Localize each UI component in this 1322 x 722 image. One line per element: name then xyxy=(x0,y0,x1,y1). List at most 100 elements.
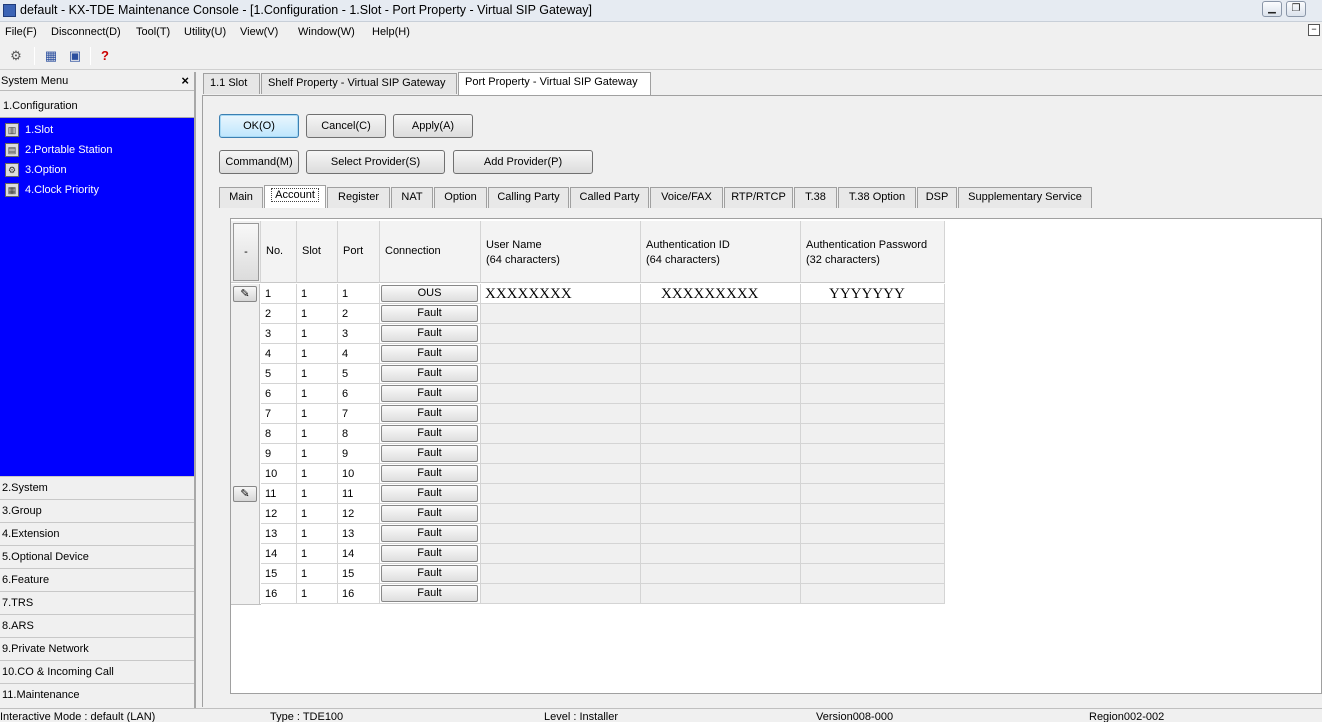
cell-auth-id[interactable] xyxy=(641,384,801,404)
tab-register[interactable]: Register xyxy=(327,187,390,208)
restore-button[interactable]: ❐ xyxy=(1286,1,1306,17)
row-edit-icon[interactable]: ✎ xyxy=(233,286,257,302)
connection-button[interactable]: Fault xyxy=(381,545,478,562)
tab-calling-party[interactable]: Calling Party xyxy=(488,187,569,208)
tab-account[interactable]: Account xyxy=(264,185,326,208)
tab-supplementary-service[interactable]: Supplementary Service xyxy=(958,187,1092,208)
cell-auth-id[interactable] xyxy=(641,524,801,544)
cell-auth-id[interactable] xyxy=(641,404,801,424)
cell-auth-pw[interactable] xyxy=(801,384,945,404)
doc-tab-port-property[interactable]: Port Property - Virtual SIP Gateway xyxy=(458,72,651,95)
connection-button[interactable]: Fault xyxy=(381,525,478,542)
sidebar-section-private-network[interactable]: 9.Private Network xyxy=(0,637,194,660)
cell-auth-id[interactable] xyxy=(641,464,801,484)
menu-utility[interactable]: Utility(U) xyxy=(184,26,226,38)
sidebar-section-co-incoming-call[interactable]: 10.CO & Incoming Call xyxy=(0,660,194,683)
cell-auth-pw[interactable] xyxy=(801,304,945,324)
menu-view[interactable]: View(V) xyxy=(240,26,278,38)
cell-user[interactable] xyxy=(481,444,641,464)
cell-auth-pw[interactable] xyxy=(801,584,945,604)
command-button[interactable]: Command(M) xyxy=(219,150,299,174)
cell-auth-pw[interactable] xyxy=(801,564,945,584)
menu-tool[interactable]: Tool(T) xyxy=(136,26,170,38)
cell-user[interactable] xyxy=(481,404,641,424)
cell-auth-id[interactable] xyxy=(641,344,801,364)
cell-auth-id[interactable] xyxy=(641,544,801,564)
cell-auth-id[interactable] xyxy=(641,364,801,384)
cell-user[interactable] xyxy=(481,504,641,524)
sidebar-section-system[interactable]: 2.System xyxy=(0,476,194,499)
upload-icon[interactable]: ▦ xyxy=(43,48,59,64)
connection-button[interactable]: Fault xyxy=(381,345,478,362)
cell-auth-id[interactable]: XXXXXXXXX xyxy=(641,284,801,304)
cell-auth-id[interactable] xyxy=(641,424,801,444)
add-provider-button[interactable]: Add Provider(P) xyxy=(453,150,593,174)
cell-auth-pw[interactable] xyxy=(801,444,945,464)
cell-user[interactable] xyxy=(481,384,641,404)
tab-dsp[interactable]: DSP xyxy=(917,187,957,208)
cell-user[interactable] xyxy=(481,364,641,384)
cell-auth-id[interactable] xyxy=(641,584,801,604)
connection-button[interactable]: Fault xyxy=(381,405,478,422)
connection-button[interactable]: Fault xyxy=(381,465,478,482)
connection-button[interactable]: OUS xyxy=(381,285,478,302)
cell-user[interactable] xyxy=(481,524,641,544)
cell-auth-pw[interactable] xyxy=(801,464,945,484)
help-icon[interactable]: ? xyxy=(97,48,113,64)
menu-file[interactable]: File(F) xyxy=(5,26,37,38)
sidebar-section-feature[interactable]: 6.Feature xyxy=(0,568,194,591)
tab-voice-fax[interactable]: Voice/FAX xyxy=(650,187,723,208)
sidebar-section-extension[interactable]: 4.Extension xyxy=(0,522,194,545)
cell-auth-id[interactable] xyxy=(641,324,801,344)
select-provider-button[interactable]: Select Provider(S) xyxy=(306,150,445,174)
sidebar-section-trs[interactable]: 7.TRS xyxy=(0,591,194,614)
ok-button[interactable]: OK(O) xyxy=(219,114,299,138)
doc-tab-shelf-property[interactable]: Shelf Property - Virtual SIP Gateway xyxy=(261,73,457,94)
sidebar-section-ars[interactable]: 8.ARS xyxy=(0,614,194,637)
cell-user[interactable] xyxy=(481,304,641,324)
cell-auth-pw[interactable] xyxy=(801,484,945,504)
menu-disconnect[interactable]: Disconnect(D) xyxy=(51,26,121,38)
collapse-button[interactable]: - xyxy=(233,223,259,281)
doc-tab-slot[interactable]: 1.1 Slot xyxy=(203,73,260,94)
cell-user[interactable] xyxy=(481,424,641,444)
tab-option[interactable]: Option xyxy=(434,187,487,208)
cell-auth-pw[interactable] xyxy=(801,404,945,424)
connection-button[interactable]: Fault xyxy=(381,565,478,582)
tab-called-party[interactable]: Called Party xyxy=(570,187,649,208)
apply-button[interactable]: Apply(A) xyxy=(393,114,473,138)
cell-auth-pw[interactable]: YYYYYYY xyxy=(801,284,945,304)
connection-button[interactable]: Fault xyxy=(381,305,478,322)
connection-button[interactable]: Fault xyxy=(381,325,478,342)
connection-button[interactable]: Fault xyxy=(381,365,478,382)
cell-auth-id[interactable] xyxy=(641,484,801,504)
menu-window[interactable]: Window(W) xyxy=(298,26,355,38)
connection-button[interactable]: Fault xyxy=(381,425,478,442)
cell-auth-id[interactable] xyxy=(641,564,801,584)
connection-button[interactable]: Fault xyxy=(381,445,478,462)
cell-user[interactable] xyxy=(481,544,641,564)
connection-button[interactable]: Fault xyxy=(381,485,478,502)
cell-auth-pw[interactable] xyxy=(801,344,945,364)
connection-button[interactable]: Fault xyxy=(381,385,478,402)
tab-main[interactable]: Main xyxy=(219,187,263,208)
tab-rtp-rtcp[interactable]: RTP/RTCP xyxy=(724,187,793,208)
cell-user[interactable] xyxy=(481,344,641,364)
cancel-button[interactable]: Cancel(C) xyxy=(306,114,386,138)
cell-auth-id[interactable] xyxy=(641,504,801,524)
cell-user[interactable] xyxy=(481,324,641,344)
cell-user[interactable]: XXXXXXXX xyxy=(481,284,641,304)
cell-user[interactable] xyxy=(481,564,641,584)
download-icon[interactable]: ▣ xyxy=(67,48,83,64)
cell-auth-pw[interactable] xyxy=(801,424,945,444)
cell-auth-pw[interactable] xyxy=(801,524,945,544)
connection-button[interactable]: Fault xyxy=(381,505,478,522)
cell-auth-pw[interactable] xyxy=(801,364,945,384)
cell-auth-id[interactable] xyxy=(641,304,801,324)
cell-user[interactable] xyxy=(481,584,641,604)
sidebar-section-group[interactable]: 3.Group xyxy=(0,499,194,522)
minimize-button[interactable]: ▁ xyxy=(1262,1,1282,17)
sidebar-section-maintenance[interactable]: 11.Maintenance xyxy=(0,683,194,706)
sidebar-section-optional-device[interactable]: 5.Optional Device xyxy=(0,545,194,568)
cell-auth-pw[interactable] xyxy=(801,544,945,564)
